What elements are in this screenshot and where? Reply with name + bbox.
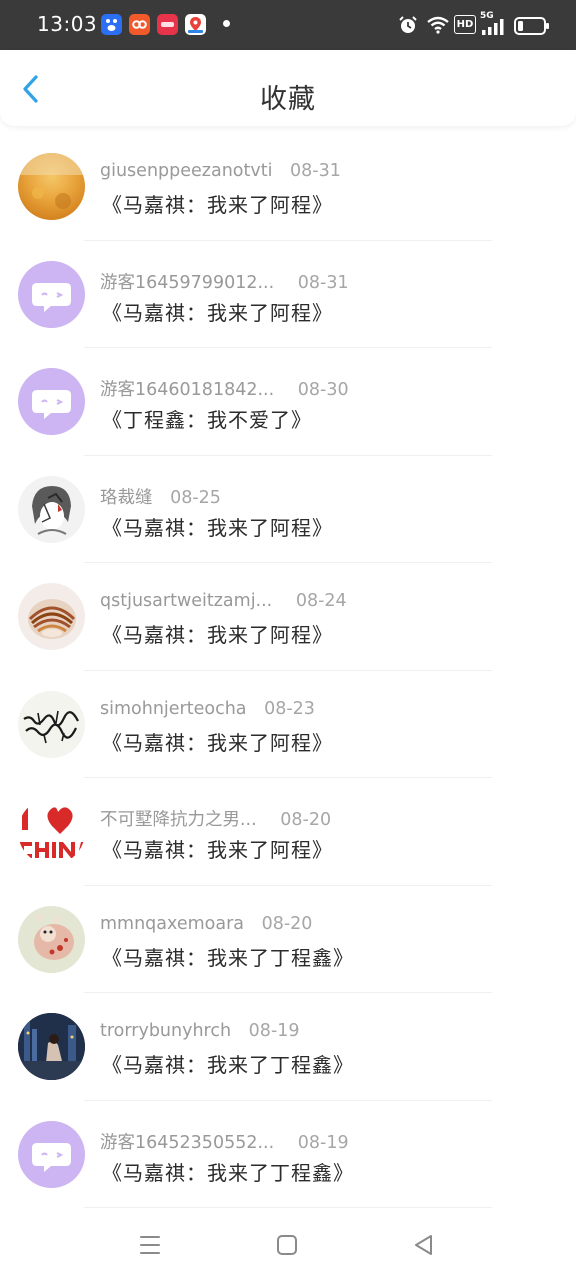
favorite-title[interactable]: 《丁程鑫：我不爱了》	[102, 404, 312, 433]
maps-app-icon	[185, 14, 206, 35]
item-meta: 珞裁缝 08-25	[100, 484, 221, 509]
divider	[84, 1207, 492, 1208]
favorite-item[interactable]: mmnqaxemoara 08-20 《马嘉祺：我来了丁程鑫》	[0, 886, 576, 993]
favorite-item[interactable]: 游客16460181842... 08-30 《丁程鑫：我不爱了》	[0, 348, 576, 456]
date: 08-23	[264, 698, 315, 719]
meituan-app-icon	[129, 14, 150, 35]
favorite-item[interactable]: 不可墅降抗力之男... 08-20 《马嘉祺：我来了阿程》	[0, 778, 576, 886]
date: 08-30	[297, 380, 349, 400]
favorite-title[interactable]: 《马嘉祺：我来了丁程鑫》	[102, 942, 354, 971]
favorite-item[interactable]: simohnjerteocha 08-23 《马嘉祺：我来了阿程》	[0, 671, 576, 778]
avatar[interactable]	[18, 1120, 85, 1188]
username[interactable]: qstjusartweitzamj...	[100, 591, 272, 611]
default-chat-avatar-icon	[32, 390, 71, 419]
item-meta: giusenppeezanotvti 08-31	[100, 161, 341, 181]
page-title: 收藏	[260, 84, 316, 115]
avatar[interactable]	[18, 368, 85, 435]
home-square-icon[interactable]	[274, 1232, 300, 1258]
favorite-item[interactable]: 游客16459799012... 08-31 《马嘉祺：我来了阿程》	[0, 241, 576, 348]
username[interactable]: simohnjerteocha	[100, 699, 247, 719]
baidu-app-icon	[101, 14, 122, 35]
date: 08-20	[280, 810, 332, 830]
status-time: 13:03	[37, 12, 98, 36]
favorite-title[interactable]: 《马嘉祺：我来了阿程》	[102, 727, 333, 756]
default-chat-avatar-icon	[32, 1142, 71, 1172]
avatar[interactable]	[18, 260, 85, 328]
item-meta: 游客16460181842... 08-30	[100, 376, 349, 401]
favorite-item[interactable]: qstjusartweitzamj... 08-24 《马嘉祺：我来了阿程》	[0, 563, 576, 671]
favorite-item[interactable]: 珞裁缝 08-25 《马嘉祺：我来了阿程》	[0, 456, 576, 563]
back-triangle-icon[interactable]	[411, 1232, 437, 1258]
favorite-item[interactable]: giusenppeezanotvti 08-31 《马嘉祺：我来了阿程》	[0, 133, 576, 241]
weibo-app-icon	[157, 14, 178, 35]
avatar[interactable]	[18, 905, 85, 973]
favorite-item[interactable]: trorrybunyhrch 08-19 《马嘉祺：我来了丁程鑫》	[0, 993, 576, 1101]
favorite-title[interactable]: 《马嘉祺：我来了阿程》	[102, 297, 333, 326]
favorite-title[interactable]: 《马嘉祺：我来了丁程鑫》	[102, 1049, 354, 1078]
favorite-title[interactable]: 《马嘉祺：我来了丁程鑫》	[102, 1157, 354, 1186]
username[interactable]: giusenppeezanotvti	[100, 161, 272, 181]
favorite-title[interactable]: 《马嘉祺：我来了阿程》	[102, 512, 333, 541]
username[interactable]: mmnqaxemoara	[100, 914, 244, 934]
5g-signal-icon: 5G	[480, 11, 506, 35]
username[interactable]: trorrybunyhrch	[100, 1021, 231, 1041]
default-chat-avatar-icon	[32, 282, 71, 312]
system-nav-bar	[0, 1214, 576, 1280]
date: 08-31	[297, 272, 349, 293]
date: 08-24	[295, 591, 347, 611]
date: 08-19	[248, 1021, 300, 1041]
date: 08-25	[170, 487, 221, 508]
date: 08-31	[290, 161, 341, 181]
favorite-title[interactable]: 《马嘉祺：我来了阿程》	[102, 834, 333, 863]
avatar[interactable]	[18, 1013, 85, 1080]
date: 08-19	[297, 1132, 349, 1153]
item-meta: 游客16459799012... 08-31	[100, 269, 349, 294]
status-bar: 13:03 HD 5G	[0, 0, 576, 50]
avatar[interactable]	[18, 798, 85, 865]
menu-icon[interactable]	[137, 1232, 163, 1258]
username[interactable]: 不可墅降抗力之男...	[100, 806, 257, 831]
username[interactable]: 珞裁缝	[100, 484, 153, 509]
avatar[interactable]	[18, 583, 85, 650]
username[interactable]: 游客16452350552...	[100, 1129, 274, 1154]
item-meta: 游客16452350552... 08-19	[100, 1129, 349, 1154]
favorite-item[interactable]: 游客16452350552... 08-19 《马嘉祺：我来了丁程鑫》	[0, 1101, 576, 1208]
item-meta: simohnjerteocha 08-23	[100, 699, 315, 719]
avatar[interactable]	[18, 475, 85, 543]
notification-dot	[223, 20, 230, 27]
date: 08-20	[261, 913, 313, 934]
avatar[interactable]	[18, 690, 85, 758]
battery-icon	[514, 17, 549, 35]
wifi-icon	[427, 16, 449, 34]
item-meta: qstjusartweitzamj... 08-24	[100, 591, 347, 611]
item-meta: trorrybunyhrch 08-19	[100, 1021, 300, 1041]
avatar[interactable]	[18, 153, 85, 220]
title-bar: 收藏	[0, 50, 576, 126]
favorite-title[interactable]: 《马嘉祺：我来了阿程》	[102, 619, 333, 648]
item-meta: 不可墅降抗力之男... 08-20	[100, 806, 331, 831]
alarm-icon	[399, 16, 417, 33]
hd-icon: HD	[454, 15, 476, 34]
status-indicators: HD 5G	[350, 11, 550, 37]
favorite-title[interactable]: 《马嘉祺：我来了阿程》	[102, 189, 333, 218]
item-meta: mmnqaxemoara 08-20	[100, 914, 312, 934]
username[interactable]: 游客16460181842...	[100, 376, 274, 401]
username[interactable]: 游客16459799012...	[100, 269, 274, 294]
